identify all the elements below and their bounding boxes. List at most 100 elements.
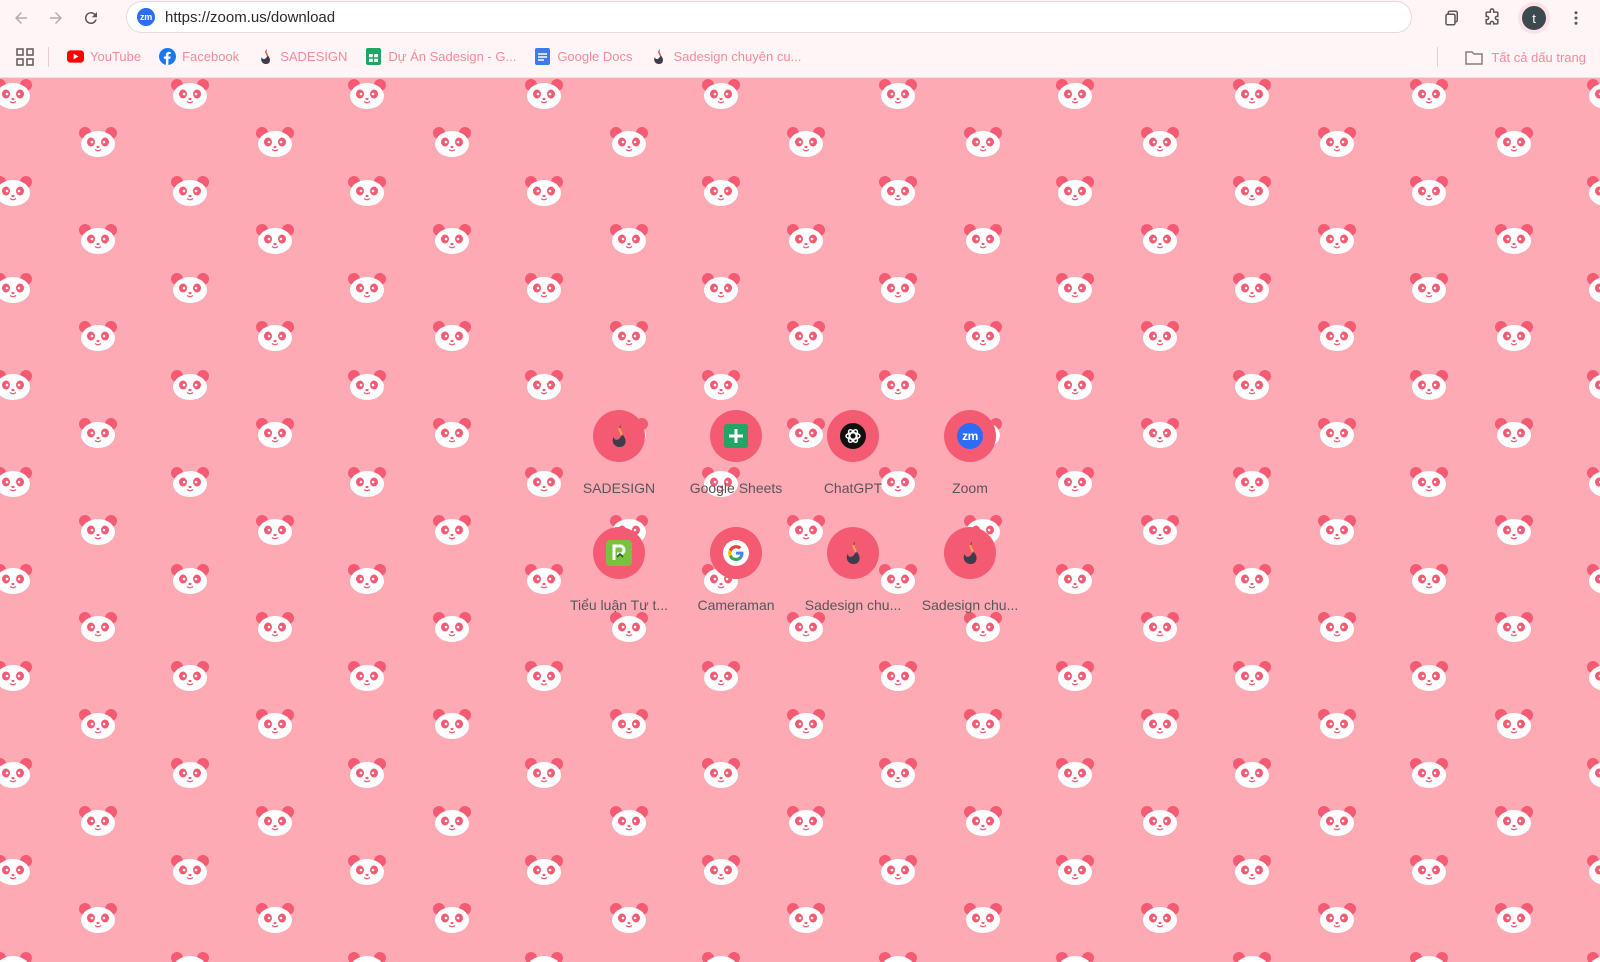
shortcut-tiles: SADESIGN Google Sheets ChatGPT zm Zoom T… [560,410,1040,650]
bookmark-sadesign-chuyen[interactable]: Sadesign chuyên cu... [644,43,807,71]
apps-grid-icon[interactable] [16,47,34,66]
panda-pattern-icon [346,854,388,886]
profile-button[interactable]: t [1518,2,1550,34]
forward-button[interactable] [41,3,71,33]
google-sheets-icon [724,424,748,448]
panda-pattern-icon [169,175,211,207]
panda-pattern-icon [1139,417,1181,449]
panda-pattern-icon [1408,78,1450,110]
shortcut-label: Sadesign chu... [804,597,902,613]
panda-pattern-icon [1408,757,1450,789]
panda-pattern-icon [1316,805,1358,837]
panda-pattern-icon [608,126,650,158]
panda-pattern-icon [785,126,827,158]
panda-pattern-icon [1585,272,1600,304]
all-bookmarks-label: Tất cả dấu trang [1491,49,1586,65]
panda-pattern-icon [254,126,296,158]
panda-pattern-icon [77,611,119,643]
panda-pattern-icon [700,272,742,304]
shortcut-chatgpt[interactable]: ChatGPT [794,410,912,520]
bookmark-google-docs[interactable]: Google Docs [528,43,638,71]
panda-pattern-icon [1139,708,1181,740]
shortcut-label: Google Sheets [689,480,783,496]
sadesign-icon [846,542,860,564]
panda-pattern-icon [1231,757,1273,789]
bookmark-label: YouTube [90,49,142,64]
facebook-icon [159,48,177,65]
panda-pattern-icon [608,320,650,352]
panda-pattern-icon [1231,78,1273,110]
panda-pattern-icon [523,466,565,498]
panda-pattern-icon [1316,708,1358,740]
bookmark-du-an-sadesign[interactable]: Dự Án Sadesign - G... [359,43,522,71]
panda-pattern-icon [962,223,1004,255]
address-bar[interactable]: zm https://zoom.us/download [126,1,1412,33]
panda-pattern-icon [1408,369,1450,401]
shortcut-icon-circle: zm [944,410,996,462]
shortcut-tieu-luan[interactable]: Tiểu luận Tư t... [560,527,678,637]
panda-pattern-icon [785,223,827,255]
panda-pattern-icon [1585,951,1600,962]
shortcut-sadesign[interactable]: SADESIGN [560,410,678,520]
back-button[interactable] [6,3,36,33]
shortcut-icon-circle [827,527,879,579]
panda-pattern-icon [77,514,119,546]
panda-pattern-icon [0,660,34,692]
panda-pattern-icon [431,708,473,740]
all-bookmarks-button[interactable]: Tất cả dấu trang [1465,43,1586,71]
tab-search-button[interactable] [1436,2,1468,34]
panda-pattern-icon [1585,660,1600,692]
shortcut-icon-circle [944,527,996,579]
bookmark-youtube[interactable]: YouTube [61,43,147,71]
panda-pattern-icon [254,902,296,934]
shortcut-label: Sadesign chu... [921,597,1019,613]
site-info-icon[interactable]: zm [137,8,155,26]
sadesign-icon [612,425,626,447]
panda-pattern-icon [0,854,34,886]
panda-pattern-icon [1054,175,1096,207]
panda-pattern-icon [346,78,388,110]
panda-pattern-icon [1139,514,1181,546]
panda-pattern-icon [523,78,565,110]
bookmark-label: Facebook [182,49,240,64]
panda-pattern-icon [962,708,1004,740]
panda-pattern-icon [254,223,296,255]
panda-pattern-icon [0,272,34,304]
panda-pattern-icon [1054,272,1096,304]
panda-pattern-icon [1054,757,1096,789]
panda-pattern-icon [1493,902,1535,934]
bookmark-facebook[interactable]: Facebook [153,43,245,71]
shortcut-google-sheets[interactable]: Google Sheets [677,410,795,520]
panda-pattern-icon [1231,563,1273,595]
shortcut-zoom[interactable]: zm Zoom [911,410,1029,520]
panda-pattern-icon [169,951,211,962]
reload-button[interactable] [76,3,106,33]
panda-pattern-icon [346,369,388,401]
panda-pattern-icon [431,611,473,643]
url-text[interactable]: https://zoom.us/download [165,9,335,26]
panda-pattern-icon [346,272,388,304]
panda-pattern-icon [1054,466,1096,498]
menu-button[interactable] [1560,2,1592,34]
panda-pattern-icon [1316,126,1358,158]
panda-pattern-icon [1231,369,1273,401]
panda-pattern-icon [77,902,119,934]
panda-pattern-icon [1316,902,1358,934]
panda-pattern-icon [877,369,919,401]
shortcut-sadesign-chu-1[interactable]: Sadesign chu... [794,527,912,637]
panda-pattern-icon [254,514,296,546]
extensions-button[interactable] [1476,2,1508,34]
panda-pattern-icon [431,320,473,352]
bookmarks-right-separator [1437,47,1438,67]
bookmarks-separator [48,46,49,67]
shortcut-label: Cameraman [697,597,775,613]
panda-pattern-icon [1231,466,1273,498]
panda-pattern-icon [1316,417,1358,449]
bookmark-sadesign[interactable]: SADESIGN [251,43,353,71]
shortcut-icon-circle [593,410,645,462]
shortcut-cameraman[interactable]: Cameraman [677,527,795,637]
shortcut-icon-circle [593,527,645,579]
panda-pattern-icon [608,805,650,837]
shortcut-icon-circle [710,410,762,462]
shortcut-sadesign-chu-2[interactable]: Sadesign chu... [911,527,1029,637]
